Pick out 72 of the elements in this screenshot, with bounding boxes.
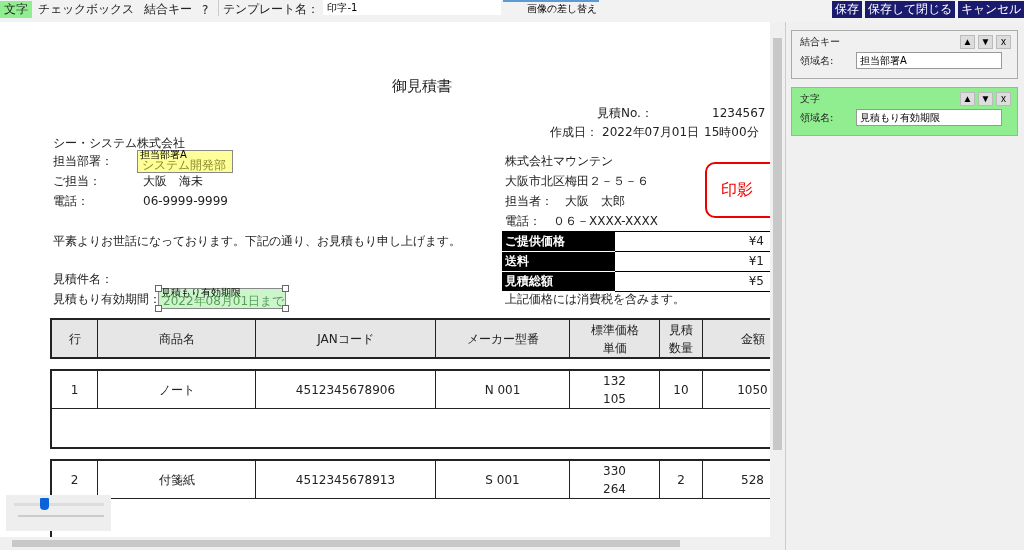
resize-handle[interactable] bbox=[155, 285, 162, 292]
remove-button[interactable]: x bbox=[996, 35, 1011, 49]
field-name-tag: 担当部署A bbox=[140, 149, 187, 160]
table-cell: 10 bbox=[659, 371, 702, 408]
supplier-line: 大阪市北区梅田２－５－６ bbox=[505, 173, 649, 189]
field-overlay[interactable]: 担当部署A システム開発部 bbox=[137, 150, 233, 173]
document-title: 御見積書 bbox=[392, 78, 452, 94]
resize-handle[interactable] bbox=[282, 305, 289, 312]
template-name-field[interactable]: 印字-1 bbox=[323, 0, 502, 15]
column-header: 標準価格 単価 bbox=[569, 320, 659, 357]
column-header: 行 bbox=[67, 330, 82, 348]
column-header: 見積 数量 bbox=[659, 320, 702, 357]
customer-value: 大阪 海未 bbox=[143, 173, 203, 189]
table-cell: N 001 bbox=[435, 371, 569, 408]
field-value: システム開発部 bbox=[142, 158, 226, 172]
table-cell: 4512345678906 bbox=[255, 371, 435, 408]
horizontal-scrollbar[interactable] bbox=[0, 537, 785, 550]
estimate-no: 1234567 bbox=[712, 105, 766, 121]
toolbar-tab[interactable]: 結合キー bbox=[140, 1, 196, 18]
table-cell-text: 2 bbox=[69, 471, 80, 489]
area-name-field[interactable]: 担当部署A bbox=[856, 52, 1002, 69]
supplier-line: 担当者： 大阪 太郎 bbox=[505, 193, 625, 209]
zoom-slider[interactable] bbox=[6, 495, 111, 531]
created-date: 2022年07月01日 bbox=[602, 124, 700, 140]
area-name-field[interactable]: 見積もり有効期限 bbox=[856, 109, 1002, 126]
card-title: 結合キー bbox=[800, 35, 841, 49]
supplier-line: 株式会社マウンテン bbox=[505, 153, 613, 169]
replace-image-button[interactable]: 画像の差し替え bbox=[503, 0, 600, 16]
toolbar-tab[interactable]: チェックボックス bbox=[34, 1, 138, 18]
move-down-button[interactable]: ▼ bbox=[978, 35, 993, 49]
field-label: 領域名: bbox=[800, 110, 835, 125]
table-cell: 330 264 bbox=[569, 461, 659, 498]
table-cell: 4512345678913 bbox=[255, 461, 435, 498]
slider-thumb[interactable] bbox=[39, 498, 49, 510]
customer-label: ご担当： bbox=[53, 173, 101, 189]
table-cell: 132 105 bbox=[569, 371, 659, 408]
resize-handle[interactable] bbox=[155, 305, 162, 312]
created-label: 作成日： bbox=[550, 124, 598, 140]
customer-label: 電話： bbox=[53, 193, 89, 209]
field-label: 領域名: bbox=[800, 53, 835, 68]
tax-note: 上記価格には消費税を含みます。 bbox=[505, 291, 685, 307]
template-name-label: テンプレート名： bbox=[223, 1, 320, 18]
column-header: JANコード bbox=[255, 320, 435, 357]
total-label: ご提供価格 bbox=[502, 232, 615, 252]
customer-label: 担当部署： bbox=[53, 153, 113, 169]
supplier-line: 電話： ０６－XXXX-XXXX bbox=[505, 213, 658, 229]
toolbar-tab[interactable]: 文字 bbox=[0, 1, 32, 18]
table-cell: S 001 bbox=[435, 461, 569, 498]
save-close-button[interactable]: 保存して閉じる bbox=[865, 1, 955, 18]
column-header: メーカー型番 bbox=[435, 320, 569, 357]
customer-value: 06-9999-9999 bbox=[143, 193, 228, 209]
move-up-button[interactable]: ▲ bbox=[960, 35, 975, 49]
move-up-button[interactable]: ▲ bbox=[960, 92, 975, 106]
column-header: 商品名 bbox=[97, 320, 255, 357]
table-cell: 2 bbox=[659, 461, 702, 498]
cancel-button[interactable]: キャンセル bbox=[958, 1, 1024, 18]
card-title: 文字 bbox=[800, 92, 821, 106]
greeting-text: 平素よりお世話になっております。下記の通り、お見積もり申し上げます。 bbox=[53, 233, 461, 249]
table-cell: ノート bbox=[97, 371, 255, 408]
total-label: 見積総額 bbox=[502, 272, 615, 292]
remove-button[interactable]: x bbox=[996, 92, 1011, 106]
toolbar-tab[interactable]: ? bbox=[198, 1, 213, 18]
resize-handle[interactable] bbox=[282, 285, 289, 292]
customer-company: シー・システム株式会社 bbox=[53, 135, 185, 150]
validity-label: 見積もり有効期間： bbox=[53, 291, 161, 307]
created-time: 15時00分 bbox=[704, 124, 759, 140]
table-cell-text: 1 bbox=[69, 381, 80, 399]
save-button[interactable]: 保存 bbox=[832, 1, 862, 18]
total-label: 送料 bbox=[502, 252, 615, 272]
estimate-no-label: 見積No.： bbox=[597, 105, 653, 121]
subject-label: 見積件名： bbox=[53, 271, 113, 287]
move-down-button[interactable]: ▼ bbox=[978, 92, 993, 106]
